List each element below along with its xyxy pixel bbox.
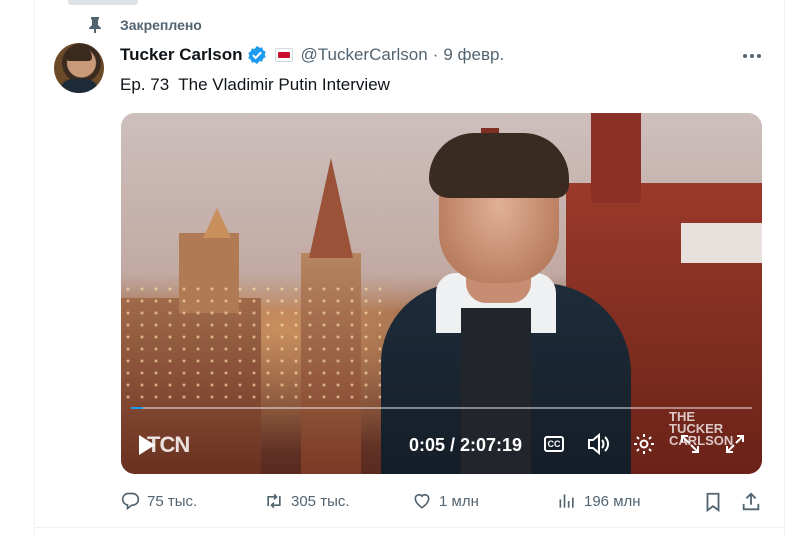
reply-button[interactable]: 75 тыс. [120, 491, 197, 511]
avatar[interactable] [54, 43, 104, 93]
pin-icon [89, 17, 101, 33]
like-button[interactable]: 1 млн [412, 491, 479, 511]
video-frame-roof [681, 223, 762, 263]
separator-dot: · [432, 45, 439, 64]
reply-count: 75 тыс. [147, 492, 198, 510]
views-count: 196 млн [584, 492, 641, 510]
reply-icon [121, 492, 140, 511]
more-options-icon[interactable] [740, 46, 764, 66]
pinned-indicator: Закреплено [88, 17, 202, 33]
views-icon [559, 494, 574, 508]
tweet-header: Tucker Carlson @TuckerCarlson · 9 февр. [120, 44, 504, 66]
retweet-count: 305 тыс. [291, 492, 350, 510]
pinned-label: Закреплено [120, 17, 202, 33]
author-handle[interactable]: @TuckerCarlson [301, 45, 428, 65]
retweet-icon [267, 493, 281, 509]
video-progress-bar[interactable] [131, 407, 752, 409]
tweet-date[interactable]: 9 февр. [443, 45, 504, 65]
tweet-text: Ep. 73 The Vladimir Putin Interview [120, 75, 390, 94]
video-frame-spire [203, 208, 231, 238]
tweet-divider [34, 527, 785, 528]
like-count: 1 млн [439, 492, 479, 510]
video-controls: TCN 0:05 / 2:07:19 CC [121, 423, 762, 463]
volume-icon[interactable] [587, 433, 611, 455]
timeline-right-border [784, 0, 785, 537]
views-button[interactable]: 196 млн [557, 491, 641, 511]
bookmark-icon[interactable] [702, 491, 724, 513]
video-time: 0:05 / 2:07:19 [409, 435, 523, 455]
tab-indicator [68, 0, 138, 5]
author-name[interactable]: Tucker Carlson [120, 45, 243, 65]
timeline-left-border [34, 0, 35, 537]
captions-icon[interactable]: CC [544, 436, 564, 452]
fullscreen-icon[interactable] [724, 433, 746, 455]
video-progress-fill [131, 407, 144, 409]
video-frame-tower [309, 158, 353, 258]
video-player[interactable]: THE TUCKER CARLSON TCN 0:05 / 2:07:19 CC [121, 113, 762, 474]
heart-icon [414, 493, 430, 509]
video-frame-lights [121, 283, 381, 403]
video-logo: TCN [147, 432, 190, 457]
share-icon[interactable] [740, 491, 762, 513]
picture-in-picture-icon[interactable] [679, 433, 701, 455]
settings-gear-icon[interactable] [633, 433, 655, 455]
verified-badge-icon[interactable] [247, 45, 267, 65]
tweet-actions: 75 тыс. 305 тыс. 1 млн 196 млн [120, 491, 764, 515]
retweet-button[interactable]: 305 тыс. [264, 491, 350, 511]
affiliate-badge-icon[interactable] [274, 48, 293, 62]
